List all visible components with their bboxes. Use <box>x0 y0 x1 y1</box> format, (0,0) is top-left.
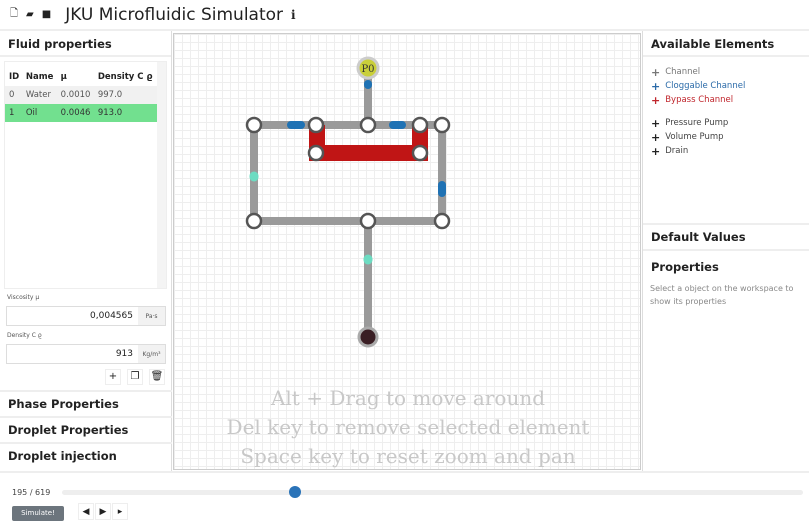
fluid-properties-header[interactable]: Fluid properties <box>0 31 171 57</box>
copy-fluid-button[interactable]: ❐ <box>127 369 143 385</box>
pump-label: P0 <box>361 64 374 75</box>
timeline-bar: 195 / 619 Simulate! ◀ ▶ ▸ <box>0 471 809 527</box>
drain <box>357 326 379 348</box>
delete-fluid-button[interactable]: 🗑 <box>149 369 165 385</box>
phase-properties-header[interactable]: Phase Properties <box>0 390 172 416</box>
node <box>307 116 325 134</box>
app-title: JKU Microfluidic Simulator <box>65 4 284 25</box>
plus-icon: + <box>651 93 661 107</box>
step-forward-button[interactable]: ▸ <box>112 503 128 520</box>
play-button[interactable]: ▶ <box>95 503 111 520</box>
node <box>433 212 451 230</box>
add-fluid-button[interactable]: + <box>105 369 121 385</box>
element-channel[interactable]: + Channel <box>643 65 809 79</box>
properties-header: Properties <box>643 249 809 279</box>
element-pressure-pump[interactable]: + Pressure Pump <box>643 116 809 130</box>
properties-hint: Select a object on the workspace to show… <box>650 284 794 306</box>
droplet-injection-header[interactable]: Droplet injection <box>0 442 172 468</box>
right-panel: Available Elements + Channel + Cloggable C… <box>642 31 809 471</box>
fluid-table: ID Name μ Density C ϱ 0 Water 0.0010 997.0 1 Oi… <box>4 61 167 289</box>
new-file-icon[interactable]: 🗋 <box>10 6 18 23</box>
droplet-properties-header[interactable]: Droplet Properties <box>0 416 172 442</box>
table-scrollbar[interactable] <box>157 62 166 288</box>
hint-reset: Space key to reset zoom and pan <box>240 444 576 468</box>
node <box>411 116 429 134</box>
plus-icon: + <box>651 130 661 144</box>
step-counter: 195 / 619 <box>12 488 51 497</box>
col-mu: μ <box>60 72 67 82</box>
table-row[interactable]: 0 Water 0.0010 997.0 <box>5 86 157 104</box>
element-drain[interactable]: + Drain <box>643 144 809 158</box>
top-bar: 🗋 ▰ ■ JKU Microfluidic Simulator i <box>0 0 809 31</box>
node <box>411 144 429 162</box>
table-header: ID Name μ Density C ϱ <box>5 68 157 86</box>
density-field[interactable]: 913 Kg/m³ <box>6 344 166 364</box>
viscosity-field[interactable]: 0,004565 Pa·s <box>6 306 166 326</box>
col-density: Density C ϱ <box>97 72 153 82</box>
node <box>359 116 377 134</box>
info-icon[interactable]: i <box>291 8 296 22</box>
table-row-selected[interactable]: 1 Oil 0.0046 913.0 <box>5 104 157 122</box>
hint-delete: Del key to remove selected element <box>226 415 590 439</box>
open-folder-icon[interactable]: ▰ <box>26 9 34 20</box>
node <box>307 144 325 162</box>
plus-icon: + <box>651 65 661 79</box>
node <box>433 116 451 134</box>
node <box>245 116 263 134</box>
node <box>359 212 377 230</box>
step-back-button[interactable]: ◀ <box>78 503 94 520</box>
hint-move: Alt + Drag to move around <box>270 386 546 410</box>
available-elements-header[interactable]: Available Elements <box>643 31 809 57</box>
workspace-canvas[interactable]: P0 Alt + Drag to move around Del key to … <box>173 33 641 470</box>
plus-icon: + <box>651 144 661 158</box>
left-panel: Fluid properties ID Name μ Density C ϱ 0 Wat… <box>0 31 172 471</box>
density-label: Density C ϱ <box>7 332 42 339</box>
node <box>245 212 263 230</box>
default-values-header[interactable]: Default Values <box>643 223 809 249</box>
col-id: ID <box>9 72 20 82</box>
element-cloggable-channel[interactable]: + Cloggable Channel <box>643 79 809 93</box>
slider-thumb[interactable] <box>289 486 302 498</box>
save-icon[interactable]: ■ <box>42 9 51 20</box>
element-bypass-channel[interactable]: + Bypass Channel <box>643 93 809 107</box>
plus-icon: + <box>651 116 661 130</box>
col-name: Name <box>25 72 54 82</box>
simulate-button[interactable]: Simulate! <box>12 506 64 521</box>
viscosity-label: Viscosity μ <box>7 294 40 301</box>
element-volume-pump[interactable]: + Volume Pump <box>643 130 809 144</box>
timeline-slider[interactable] <box>62 486 803 498</box>
plus-icon: + <box>651 79 661 93</box>
